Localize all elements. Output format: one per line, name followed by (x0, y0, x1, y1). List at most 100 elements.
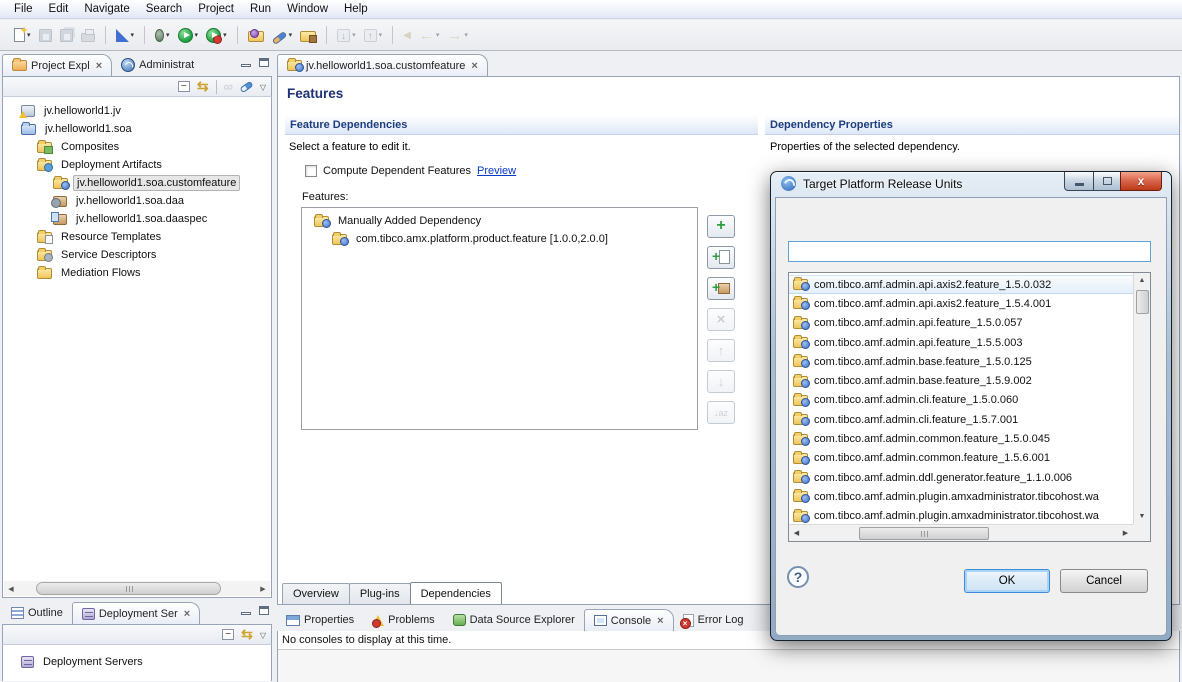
tree-item-feature[interactable]: jv.helloworld1.soa.customfeature (3, 174, 271, 192)
tree-item-project-soa[interactable]: jv.helloworld1.soa (3, 120, 271, 138)
toolbar-button-run-history[interactable]: ▾ (203, 23, 230, 47)
feature-action-button-remove[interactable] (707, 308, 735, 331)
scroll-right-icon[interactable]: ▶ (1118, 529, 1133, 537)
feature-action-button-add-feature[interactable] (707, 277, 735, 300)
scroll-left-icon[interactable]: ◀ (789, 529, 804, 537)
release-unit-row[interactable]: com.tibco.amf.admin.plugin.amxadministra… (789, 507, 1133, 524)
view-toolbar-button[interactable] (216, 80, 217, 94)
scroll-right-icon[interactable]: ▶ (256, 585, 270, 593)
menu-item[interactable]: File (6, 1, 41, 17)
toolbar-button-back[interactable]: ▾ (416, 23, 443, 47)
view-tab-console[interactable]: Console× (584, 609, 674, 631)
close-icon[interactable]: × (96, 60, 102, 72)
view-toolbar-button-view-menu[interactable] (260, 629, 266, 641)
view-toolbar-button-collapse-all[interactable] (222, 629, 234, 640)
close-icon[interactable]: × (184, 608, 190, 620)
close-button[interactable]: x (1120, 172, 1162, 191)
editor-page-tab[interactable]: Dependencies (410, 582, 502, 604)
view-toolbar-button-link-swap[interactable] (241, 626, 253, 643)
menu-item[interactable]: Navigate (76, 1, 137, 17)
view-tab-outline[interactable]: Outline× (2, 602, 72, 624)
dropdown-arrow-icon[interactable]: ▾ (166, 31, 170, 39)
release-unit-row[interactable]: com.tibco.amf.admin.base.feature_1.5.9.0… (789, 371, 1133, 390)
filter-input[interactable] (788, 241, 1151, 262)
maximize-view-icon[interactable] (259, 606, 269, 615)
view-toolbar-button-link-swap[interactable] (197, 78, 209, 95)
dropdown-arrow-icon[interactable]: ▾ (195, 31, 199, 39)
toolbar-button[interactable]: ▾ (392, 26, 393, 44)
toolbar-button-debug[interactable]: ▾ (152, 23, 173, 47)
release-unit-row[interactable]: com.tibco.amf.admin.common.feature_1.5.0… (789, 429, 1133, 448)
toolbar-button-prev-annotation[interactable]: ▾ (361, 23, 386, 47)
dropdown-arrow-icon[interactable]: ▾ (464, 31, 468, 39)
view-tab-server[interactable]: Deployment Ser× (72, 602, 200, 624)
features-list[interactable]: Manually Added Dependency com.tibco.amx.… (301, 207, 698, 430)
toolbar-button-design[interactable]: ▾ (113, 23, 138, 47)
view-toolbar-button-focus[interactable] (224, 79, 233, 94)
editor-tab[interactable]: jv.helloworld1.soa.customfeature × (277, 54, 488, 76)
view-tab-error-log[interactable]: Error Log× (674, 609, 753, 631)
toolbar-button-open-folder[interactable]: ▾ (297, 23, 319, 47)
release-unit-row[interactable]: com.tibco.amf.admin.plugin.amxadministra… (789, 487, 1133, 506)
help-button[interactable]: ? (787, 566, 809, 588)
menu-item[interactable]: Run (242, 1, 279, 17)
tree-item-composites[interactable]: Composites (3, 138, 271, 156)
toolbar-button-run[interactable]: ▾ (175, 23, 202, 47)
dialog-title-bar[interactable]: Target Platform Release Units (781, 176, 962, 191)
release-units-list[interactable]: com.tibco.amf.admin.api.axis2.feature_1.… (788, 272, 1151, 542)
vertical-scrollbar[interactable]: ▲ ▼ (1133, 273, 1150, 524)
toolbar-button[interactable]: ▾ (237, 26, 238, 44)
toolbar-button-print[interactable]: ▾ (78, 23, 98, 47)
release-unit-row[interactable]: com.tibco.amf.admin.cli.feature_1.5.7.00… (789, 410, 1133, 429)
cancel-button[interactable]: Cancel (1060, 569, 1148, 593)
release-unit-row[interactable]: com.tibco.amf.admin.api.feature_1.5.0.05… (789, 314, 1133, 333)
menu-item[interactable]: Search (138, 1, 190, 17)
tree-item-server[interactable]: Deployment Servers (3, 653, 271, 671)
view-tab-properties[interactable]: Properties× (277, 609, 363, 631)
toolbar-button-next-annotation[interactable]: ▾ (334, 23, 359, 47)
dropdown-arrow-icon[interactable]: ▾ (379, 31, 383, 39)
preview-link[interactable]: Preview (477, 165, 516, 177)
tree-item-mediation-flows[interactable]: Mediation Flows (3, 264, 271, 282)
release-unit-row[interactable]: com.tibco.amf.admin.ddl.generator.featur… (789, 468, 1133, 487)
release-unit-row[interactable]: com.tibco.amf.admin.common.feature_1.5.6… (789, 449, 1133, 468)
view-tab-problems[interactable]: Problems× (363, 609, 443, 631)
dropdown-arrow-icon[interactable]: ▾ (436, 31, 440, 39)
view-toolbar-button-view-menu[interactable] (260, 81, 266, 93)
view-toolbar-button-collapse-all[interactable] (178, 81, 190, 92)
horizontal-scrollbar[interactable]: ◀ ▶ (4, 581, 270, 596)
scroll-down-icon[interactable]: ▼ (1139, 509, 1146, 524)
compute-dependent-checkbox[interactable] (305, 165, 317, 177)
close-icon[interactable]: × (657, 615, 663, 627)
minimize-button[interactable] (1064, 172, 1094, 191)
horizontal-scrollbar[interactable]: ◀ ▶ (789, 524, 1133, 541)
tree-item-daaspec[interactable]: jv.helloworld1.soa.daaspec (3, 210, 271, 228)
dropdown-arrow-icon[interactable]: ▾ (352, 31, 356, 39)
feature-action-button-add[interactable] (707, 215, 735, 238)
dropdown-arrow-icon[interactable]: ▾ (27, 31, 31, 39)
toolbar-button[interactable]: ▾ (144, 26, 145, 44)
release-unit-row[interactable]: com.tibco.amf.admin.api.axis2.feature_1.… (789, 294, 1133, 313)
feature-action-button-add-plugin[interactable] (707, 246, 735, 269)
release-unit-row[interactable]: com.tibco.amf.admin.cli.feature_1.5.0.06… (789, 391, 1133, 410)
menu-item[interactable]: Edit (41, 1, 77, 17)
feature-action-button-move-up[interactable] (707, 339, 735, 362)
dropdown-arrow-icon[interactable]: ▾ (223, 31, 227, 39)
toolbar-button[interactable]: ▾ (105, 26, 106, 44)
toolbar-button-last-edit[interactable]: ▾ (400, 23, 414, 47)
scroll-left-icon[interactable]: ◀ (4, 585, 18, 593)
view-tab-globe[interactable]: Administrat× (112, 54, 203, 76)
toolbar-button-highlight[interactable]: ▾ (269, 23, 296, 47)
release-unit-row[interactable]: com.tibco.amf.admin.api.feature_1.5.5.00… (789, 333, 1133, 352)
release-unit-row[interactable]: com.tibco.amf.admin.api.axis2.feature_1.… (789, 275, 1133, 294)
menu-item[interactable]: Help (336, 1, 376, 17)
tree-item-resource-templates[interactable]: Resource Templates (3, 228, 271, 246)
feature-action-button-move-down[interactable] (707, 370, 735, 393)
toolbar-button[interactable]: ▾ (326, 26, 327, 44)
feature-action-button-sort[interactable] (707, 401, 735, 424)
dropdown-arrow-icon[interactable]: ▾ (289, 31, 293, 39)
toolbar-button-new-wizard[interactable]: ▾ (11, 23, 34, 47)
editor-page-tab[interactable]: Plug-ins (349, 583, 411, 604)
toolbar-button-save-all[interactable]: ▾ (57, 23, 76, 47)
menu-item[interactable]: Window (279, 1, 336, 17)
